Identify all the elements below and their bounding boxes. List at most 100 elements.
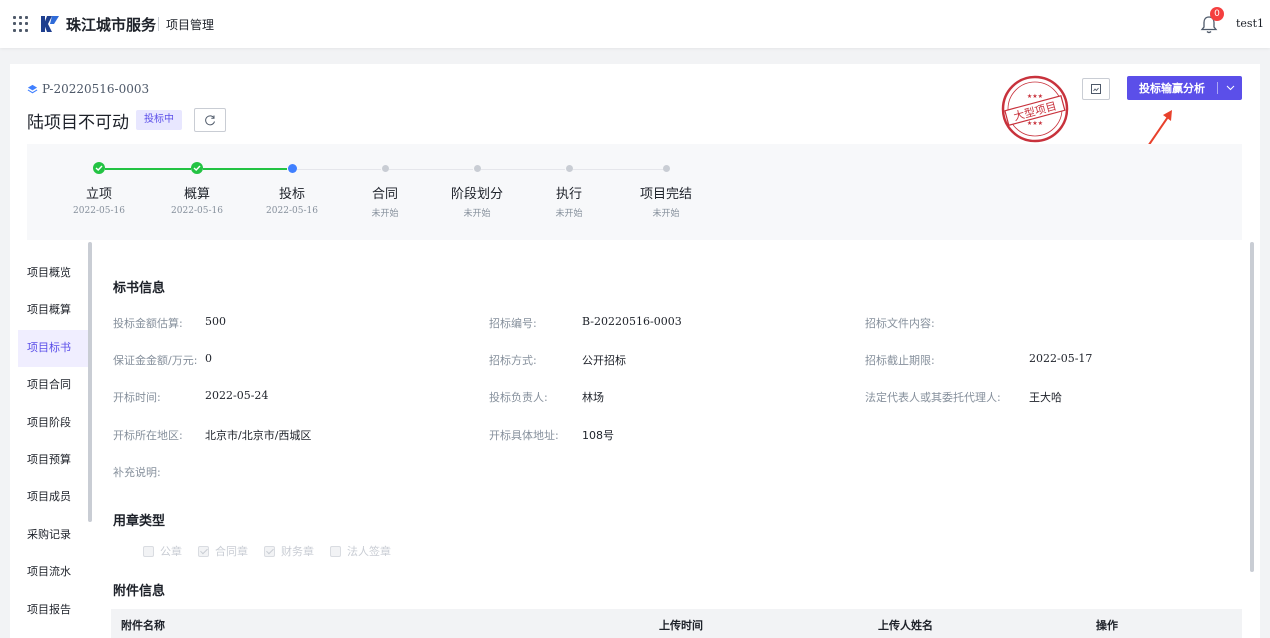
large-project-stamp: ★★★ ★★★ 大型项目 xyxy=(1001,75,1069,143)
nav-item-purchase[interactable]: 采购记录 xyxy=(27,517,87,554)
nav-item-report[interactable]: 项目报告 xyxy=(27,592,87,629)
attachments-table-header: 附件名称 上传时间 上传人姓名 操作 xyxy=(111,609,1242,638)
note-label: 补充说明: xyxy=(113,466,161,479)
bid-analysis-button[interactable]: 投标输赢分析 xyxy=(1127,76,1242,100)
nav-item-cashflow[interactable]: 项目流水 xyxy=(27,554,87,591)
step-date: 2022-05-16 xyxy=(266,206,318,216)
method-value: 公开招标 xyxy=(582,354,626,367)
notification-badge: 0 xyxy=(1210,7,1224,21)
step-6[interactable]: 项目完结 未开始 xyxy=(616,162,716,219)
bid-info-title: 标书信息 xyxy=(113,281,166,296)
nav-item-overview[interactable]: 项目概览 xyxy=(27,255,87,292)
print-button[interactable] xyxy=(1082,78,1110,100)
nav-item-estimate[interactable]: 项目概算 xyxy=(27,292,87,329)
project-code: P-20220516-0003 xyxy=(27,82,149,96)
column-header-actions: 操作 xyxy=(1096,619,1118,632)
status-badge: 投标中 xyxy=(136,110,182,130)
step-3[interactable]: 合同 未开始 xyxy=(335,162,435,219)
bid-no-value: B-20220516-0003 xyxy=(582,315,682,328)
project-title: 陆项目不可动 xyxy=(27,113,129,133)
amount-value: 500 xyxy=(205,315,226,328)
nav-item-bid[interactable]: 项目标书 xyxy=(18,329,88,368)
step-5[interactable]: 执行 未开始 xyxy=(519,162,619,219)
bid-no-label: 招标编号: xyxy=(489,317,537,330)
notification-bell[interactable]: 0 xyxy=(1200,7,1224,35)
step-date: 2022-05-16 xyxy=(73,206,125,216)
bid-analysis-label: 投标输赢分析 xyxy=(1139,82,1205,95)
nav-item-budget[interactable]: 项目预算 xyxy=(27,442,87,479)
content-scrollbar[interactable] xyxy=(1250,242,1254,572)
refresh-button[interactable] xyxy=(194,108,226,132)
checkbox-checked-icon xyxy=(264,545,275,557)
seal-type-title: 用章类型 xyxy=(113,514,166,529)
seal-option-label: 财务章 xyxy=(281,545,314,558)
step-date: 未开始 xyxy=(652,209,680,219)
project-code-text: P-20220516-0003 xyxy=(42,82,150,96)
bid-analysis-dropdown[interactable] xyxy=(1218,85,1242,91)
step-4[interactable]: 阶段划分 未开始 xyxy=(427,162,527,219)
current-step-dot xyxy=(288,164,297,173)
seal-option-finance[interactable]: 财务章 xyxy=(264,543,314,559)
rep-value: 王大哈 xyxy=(1029,391,1062,404)
nav-item-stage[interactable]: 项目阶段 xyxy=(27,405,87,442)
column-header-name: 附件名称 xyxy=(121,619,165,632)
step-name: 合同 xyxy=(371,187,398,202)
seal-option-legal-rep[interactable]: 法人签章 xyxy=(330,543,391,559)
nav-scrollbar[interactable] xyxy=(88,242,92,522)
app-grid-icon[interactable] xyxy=(13,16,31,32)
checkbox-unchecked-icon xyxy=(330,545,341,557)
pending-step-dot xyxy=(474,165,481,172)
open-time-label: 开标时间: xyxy=(113,391,161,404)
module-name[interactable]: 项目管理 xyxy=(166,16,214,33)
step-name: 概算 xyxy=(183,187,210,202)
deadline-value: 2022-05-17 xyxy=(1029,352,1093,365)
step-0[interactable]: 立项 2022-05-16 xyxy=(49,162,149,216)
layers-icon xyxy=(27,84,38,93)
attachments-title: 附件信息 xyxy=(113,584,166,599)
step-date: 2022-05-16 xyxy=(171,206,223,216)
step-name: 投标 xyxy=(278,187,305,202)
refresh-icon xyxy=(205,115,215,126)
step-date: 未开始 xyxy=(463,209,491,219)
rep-label: 法定代表人或其委托代理人: xyxy=(865,391,1001,404)
deposit-value: 0 xyxy=(205,352,212,365)
step-date: 未开始 xyxy=(371,209,399,219)
seal-option-contract[interactable]: 合同章 xyxy=(198,543,248,559)
brand-name: 珠江城市服务 xyxy=(66,16,157,34)
seal-option-label: 法人签章 xyxy=(347,545,391,558)
step-date: 未开始 xyxy=(555,209,583,219)
top-bar: 珠江城市服务 项目管理 0 test1 xyxy=(0,0,1270,48)
project-side-nav: 项目概览 项目概算 项目标书 项目合同 项目阶段 项目预算 项目成员 采购记录 … xyxy=(18,255,88,629)
step-name: 立项 xyxy=(85,187,112,202)
svg-text:★★★: ★★★ xyxy=(1027,93,1043,100)
checkbox-unchecked-icon xyxy=(143,545,154,557)
open-time-value: 2022-05-24 xyxy=(205,389,269,402)
pending-step-dot xyxy=(663,165,670,172)
seal-option-official[interactable]: 公章 xyxy=(143,543,182,559)
deposit-label: 保证金金额/万元: xyxy=(113,354,198,367)
column-header-upload-time: 上传时间 xyxy=(659,619,703,632)
pending-step-dot xyxy=(566,165,573,172)
project-detail-card: P-20220516-0003 陆项目不可动 投标中 ★★★ ★★★ 大型项目 … xyxy=(10,64,1260,638)
seal-option-label: 公章 xyxy=(160,545,182,558)
address-value: 108号 xyxy=(582,429,614,442)
region-value: 北京市/北京市/西城区 xyxy=(205,429,312,442)
seal-option-label: 合同章 xyxy=(215,545,248,558)
step-name: 执行 xyxy=(555,187,582,202)
document-icon xyxy=(1091,84,1101,94)
pending-step-dot xyxy=(382,165,389,172)
step-name: 项目完结 xyxy=(639,187,692,202)
nav-item-members[interactable]: 项目成员 xyxy=(27,479,87,516)
owner-label: 投标负责人: xyxy=(489,391,548,404)
user-name[interactable]: test1 xyxy=(1236,17,1264,30)
step-1[interactable]: 概算 2022-05-16 xyxy=(147,162,247,216)
brand-divider xyxy=(158,17,159,31)
step-2[interactable]: 投标 2022-05-16 xyxy=(242,162,342,216)
check-icon xyxy=(191,162,203,174)
doc-label: 招标文件内容: xyxy=(865,317,935,330)
owner-value: 林场 xyxy=(582,391,604,404)
checkbox-checked-icon xyxy=(198,545,209,557)
method-label: 招标方式: xyxy=(489,354,537,367)
deadline-label: 招标截止期限: xyxy=(865,354,935,367)
nav-item-contract[interactable]: 项目合同 xyxy=(27,367,87,404)
